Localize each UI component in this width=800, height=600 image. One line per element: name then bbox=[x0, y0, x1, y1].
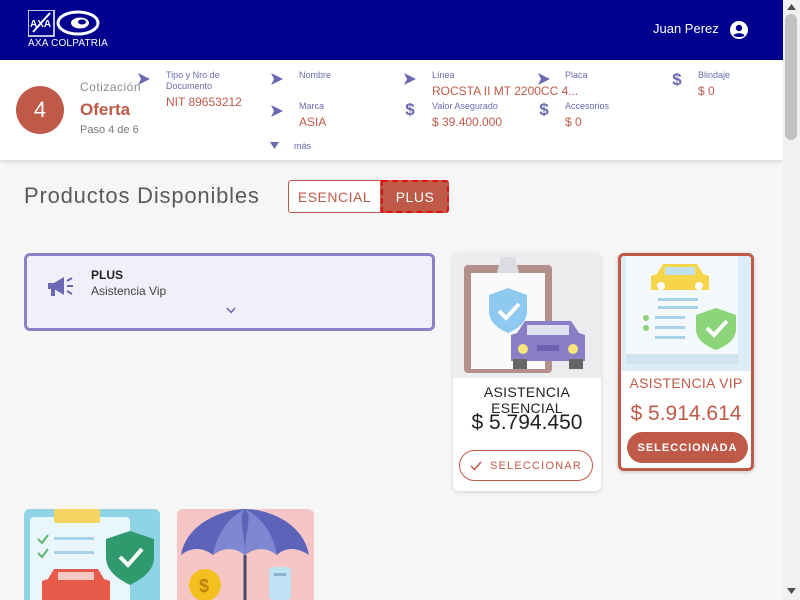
arrow-right-icon bbox=[271, 105, 283, 117]
check-icon bbox=[470, 461, 482, 471]
product-card[interactable] bbox=[24, 509, 160, 600]
plan-detail-panel[interactable]: PLUS Asistencia Vip bbox=[24, 253, 435, 331]
field-blindaje: Blindaje $ 0 bbox=[698, 70, 730, 98]
product-price: $ 5.914.614 bbox=[630, 402, 742, 425]
page-title: Productos Disponibles bbox=[24, 183, 260, 208]
dollar-icon: $ bbox=[539, 100, 549, 119]
product-price: $ 5.794.450 bbox=[471, 411, 583, 434]
tab-plus[interactable]: PLUS bbox=[381, 180, 449, 213]
field-value: $ 39.400.000 bbox=[432, 115, 503, 129]
field-label: Nombre bbox=[299, 70, 332, 80]
quote-label: Cotización bbox=[80, 80, 142, 94]
vertical-scrollbar[interactable] bbox=[783, 0, 800, 600]
scrollbar-thumb[interactable] bbox=[785, 14, 797, 140]
product-card-esencial[interactable]: ASISTENCIA ESENCIAL $ 5.794.450 SELECCIO… bbox=[453, 253, 601, 491]
arrow-right-icon bbox=[404, 73, 416, 85]
plan-description: Asistencia Vip bbox=[91, 284, 167, 298]
product-card[interactable]: $ bbox=[177, 509, 314, 600]
field-accesorios: Accesorios $ 0 bbox=[565, 101, 609, 129]
field-value: $ 0 bbox=[565, 115, 582, 129]
chevron-down-icon[interactable] bbox=[270, 142, 279, 149]
more-toggle[interactable]: más bbox=[294, 141, 311, 151]
arrow-right-icon bbox=[538, 73, 550, 85]
field-label: Línea bbox=[432, 70, 455, 80]
step-text: Paso 4 de 6 bbox=[80, 124, 139, 136]
megaphone-icon bbox=[48, 277, 73, 296]
field-linea: Línea ROCSTA II MT 2200CC 4... bbox=[432, 70, 578, 98]
arrow-right-icon bbox=[138, 73, 150, 85]
user-icon[interactable] bbox=[729, 20, 749, 40]
product-name: ASISTENCIA VIP bbox=[629, 375, 743, 391]
field-label: Placa bbox=[565, 70, 588, 80]
plan-name: PLUS bbox=[91, 268, 124, 282]
tab-esencial[interactable]: ESENCIAL bbox=[288, 180, 381, 213]
clipboard-car-illustration bbox=[453, 253, 601, 378]
field-nombre: Nombre bbox=[299, 70, 331, 84]
field-value: NIT 89653212 bbox=[166, 95, 242, 109]
select-button-label: SELECCIONAR bbox=[489, 459, 583, 472]
svg-text:$: $ bbox=[199, 576, 209, 596]
document-shield-illustration bbox=[621, 256, 751, 371]
field-label: Valor Asegurado bbox=[432, 101, 498, 111]
chevron-down-icon[interactable] bbox=[226, 307, 236, 314]
quote-summary: 4 Cotización Oferta Paso 4 de 6 Tipo y N… bbox=[0, 60, 783, 160]
field-label: Tipo y Nro de bbox=[166, 70, 220, 80]
field-placa: Placa bbox=[565, 70, 588, 84]
arrow-right-icon bbox=[271, 73, 283, 85]
step-indicator: 4 bbox=[16, 86, 64, 134]
selected-button[interactable]: SELECCIONADA bbox=[627, 432, 748, 463]
scroll-up-arrow-icon[interactable] bbox=[787, 4, 796, 10]
field-value: $ 0 bbox=[698, 84, 715, 98]
brand-name: AXA COLPATRIA bbox=[28, 38, 109, 49]
product-card-vip[interactable]: ASISTENCIA VIP $ 5.914.614 SELECCIONADA bbox=[618, 253, 754, 471]
dollar-icon: $ bbox=[405, 100, 415, 119]
field-label: Accesorios bbox=[565, 101, 610, 111]
field-label: Blindaje bbox=[698, 70, 731, 80]
clipboard-car-illustration bbox=[24, 509, 160, 600]
field-label: Documento bbox=[166, 81, 213, 91]
field-valor-asegurado: Valor Asegurado $ 39.400.000 bbox=[432, 101, 502, 129]
field-value: ROCSTA II MT 2200CC 4... bbox=[432, 84, 579, 98]
quote-title: Oferta bbox=[80, 100, 131, 119]
field-documento: Tipo y Nro de Documento NIT 89653212 bbox=[166, 70, 242, 109]
dollar-icon: $ bbox=[672, 70, 682, 89]
user-name[interactable]: Juan Perez bbox=[653, 21, 719, 36]
scroll-down-arrow-icon[interactable] bbox=[787, 588, 796, 594]
field-marca: Marca ASIA bbox=[299, 101, 326, 129]
field-label: Marca bbox=[299, 101, 325, 111]
top-header: AXA AXA COLPATRIA Juan Perez bbox=[0, 0, 783, 60]
field-value: ASIA bbox=[299, 115, 327, 129]
select-button[interactable]: SELECCIONAR bbox=[459, 450, 593, 481]
umbrella-coin-illustration: $ bbox=[177, 509, 314, 600]
